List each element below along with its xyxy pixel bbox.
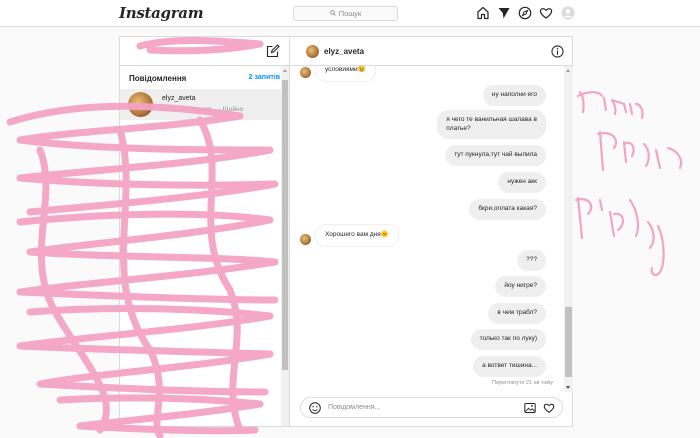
avatar xyxy=(128,92,153,117)
message-bubble: ну наполни его xyxy=(482,85,546,106)
heart-icon[interactable] xyxy=(539,6,553,20)
conversation-preview: а вответ тишина... · Щойно xyxy=(162,106,244,113)
inbox-header xyxy=(120,37,289,66)
search-icon xyxy=(329,9,336,18)
message-bubble: условиями😉 xyxy=(315,66,376,82)
inbox-column: Повідомлення 2 запитів elyz_aveta а вотв… xyxy=(120,37,290,426)
message-bubble: Хорошего вам дня🌞 xyxy=(315,224,399,247)
direct-icon[interactable] xyxy=(497,6,511,20)
avatar[interactable] xyxy=(561,6,575,20)
message-bubble: ??? xyxy=(517,250,546,271)
conversation-name: elyz_aveta xyxy=(162,95,196,102)
avatar xyxy=(300,67,311,78)
avatar[interactable] xyxy=(306,45,319,58)
inbox-scrollbar[interactable] xyxy=(281,66,289,426)
message-bubble: я чего те ванильная шалава в платье? xyxy=(437,110,546,139)
message-composer xyxy=(300,397,563,418)
avatar xyxy=(300,234,311,245)
heart-icon[interactable] xyxy=(543,402,555,414)
message-bubble: в чем трабл? xyxy=(488,303,546,324)
scroll-up-icon[interactable] xyxy=(566,69,570,72)
emoji-icon[interactable] xyxy=(309,402,321,414)
search-box[interactable]: Пошук xyxy=(293,6,398,21)
top-nav: Instagram Пошук xyxy=(0,0,700,27)
message-bubble: йоу нигре? xyxy=(495,276,546,297)
chat-scrollbar[interactable] xyxy=(564,66,573,392)
search-placeholder: Пошук xyxy=(338,9,362,18)
info-icon[interactable] xyxy=(551,45,564,58)
message-input[interactable] xyxy=(328,401,508,414)
messages-heading: Повідомлення xyxy=(129,74,187,83)
message-bubble: а вответ тишина... xyxy=(473,356,546,377)
message-bubble: тут пукнула,тут чай выпила xyxy=(445,145,546,166)
direct-panel: Повідомлення 2 запитів elyz_aveta а вотв… xyxy=(119,36,573,427)
scroll-up-icon[interactable] xyxy=(283,69,287,72)
chat-column: elyz_aveta условиями😉 ну наполни его я ч… xyxy=(290,37,573,426)
image-icon[interactable] xyxy=(524,402,536,414)
message-bubble: бкри,оплата какая? xyxy=(469,199,546,220)
conversation-item[interactable]: elyz_aveta а вответ тишина... · Щойно xyxy=(120,89,281,120)
instagram-logo[interactable]: Instagram xyxy=(119,4,204,22)
message-thread: условиями😉 ну наполни его я чего те вани… xyxy=(290,66,564,392)
compose-icon[interactable] xyxy=(266,44,280,58)
chat-username[interactable]: elyz_aveta xyxy=(324,47,364,56)
scrollbar-thumb[interactable] xyxy=(282,80,288,370)
explore-icon[interactable] xyxy=(518,6,532,20)
scroll-down-icon[interactable] xyxy=(566,386,570,389)
home-icon[interactable] xyxy=(476,6,490,20)
message-bubble: только так по луку) xyxy=(470,329,546,350)
chat-header: elyz_aveta xyxy=(290,37,573,66)
message-bubble: нужен акк xyxy=(498,172,546,193)
seen-status: Переглянуто 21 хв тому xyxy=(492,380,553,386)
requests-link[interactable]: 2 запитів xyxy=(249,74,280,81)
scrollbar-thumb[interactable] xyxy=(565,307,572,377)
